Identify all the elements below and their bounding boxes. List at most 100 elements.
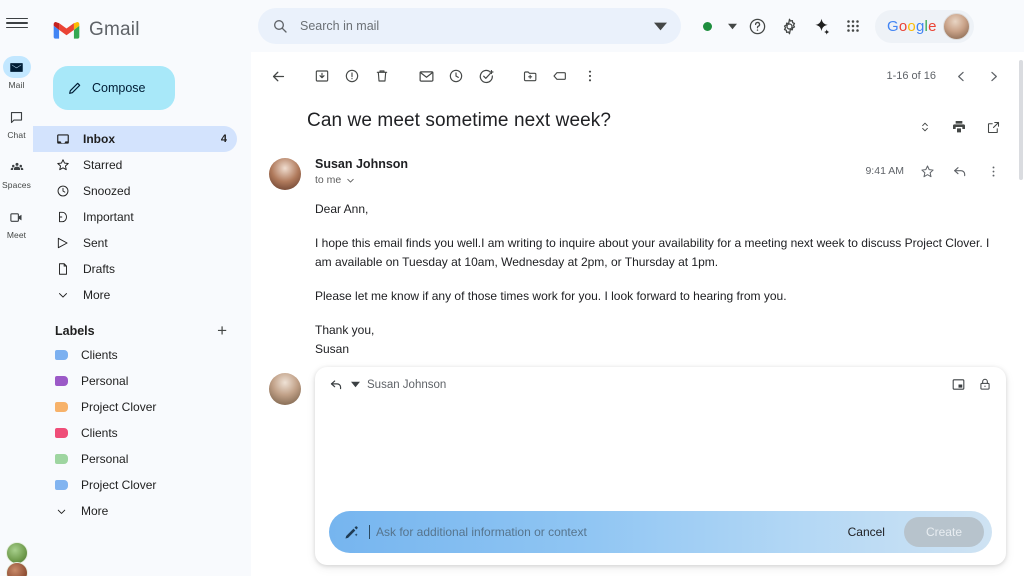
recipient-line[interactable]: to me [315, 174, 408, 186]
sidebar-item-label: More [83, 288, 111, 302]
rail-item-label: Mail [8, 80, 25, 90]
message-paragraph: Please let me know if any of those times… [315, 289, 787, 303]
reply-body-area[interactable] [329, 392, 992, 511]
label-item[interactable]: Clients [33, 420, 251, 446]
sidebar-item-important[interactable]: Important [33, 204, 237, 230]
google-account-chip[interactable]: Google [875, 9, 974, 43]
label-item[interactable]: Personal [33, 446, 251, 472]
sidebar-item-snoozed[interactable]: Snoozed [33, 178, 237, 204]
move-to-folder-icon[interactable] [515, 61, 545, 91]
sidebar: Gmail Compose Inbox 4 Starred Snoozed Im… [33, 0, 251, 576]
brand-name: Gmail [89, 19, 140, 40]
add-to-tasks-icon[interactable] [471, 61, 501, 91]
sidebar-item-starred[interactable]: Starred [33, 152, 237, 178]
reply-compose: Susan Johnson Ask for additional informa… [251, 359, 1024, 565]
lock-icon[interactable] [978, 377, 992, 392]
chevron-down-icon [347, 178, 354, 183]
plus-icon[interactable]: + [217, 322, 227, 339]
help-circle-icon[interactable] [741, 10, 773, 42]
subject-row: Can we meet sometime next week? [251, 96, 1024, 142]
rail-item-meet[interactable]: Meet [0, 206, 33, 240]
reply-icon[interactable] [945, 156, 975, 186]
message-text: Dear Ann, I hope this email finds you we… [315, 200, 1008, 359]
sidebar-item-drafts[interactable]: Drafts [33, 256, 237, 282]
avatar[interactable] [942, 12, 970, 40]
expand-collapse-icon[interactable] [910, 112, 940, 142]
rail-avatar-primary[interactable] [6, 542, 28, 564]
status-indicator[interactable] [691, 10, 723, 42]
snooze-clock-icon[interactable] [441, 61, 471, 91]
rail-item-label: Meet [6, 230, 27, 240]
pencil-icon [69, 82, 81, 94]
label-item[interactable]: Project Clover [33, 472, 251, 498]
sidebar-item-label: Starred [83, 158, 123, 172]
sidebar-item-sent[interactable]: Sent [33, 230, 237, 256]
magic-pen-icon[interactable] [343, 524, 360, 541]
chevron-right-icon[interactable] [978, 61, 1008, 91]
help-me-write-bar: Ask for additional information or contex… [329, 511, 992, 553]
more-vertical-icon[interactable] [978, 156, 1008, 186]
mark-unread-icon[interactable] [411, 61, 441, 91]
status-caret-icon[interactable] [723, 10, 741, 42]
sidebar-item-inbox[interactable]: Inbox 4 [33, 126, 237, 152]
reply-icon[interactable] [329, 377, 344, 392]
print-icon[interactable] [944, 112, 974, 142]
search-input[interactable]: Search in mail [258, 8, 681, 44]
sender-name: Susan Johnson [315, 157, 409, 171]
trash-icon[interactable] [367, 61, 397, 91]
label-name: Personal [81, 374, 129, 388]
message: Susan Johnson to me 9:41 AM Dear Ann, I … [251, 142, 1024, 359]
rail-item-label: Spaces [2, 180, 31, 190]
label-color-chip [55, 376, 68, 386]
gmail-app: Mail Chat Spaces Meet Gmail Compose Inbo… [0, 0, 1024, 576]
draft-icon [55, 262, 70, 277]
search-icon [274, 20, 287, 33]
label-tag-icon[interactable] [545, 61, 575, 91]
rail-item-spaces[interactable]: Spaces [0, 156, 33, 190]
report-spam-icon[interactable] [337, 61, 367, 91]
create-button[interactable]: Create [903, 517, 984, 547]
label-item[interactable]: Clients [33, 342, 251, 368]
gmail-brand[interactable]: Gmail [33, 8, 251, 52]
scrollbar[interactable] [1019, 60, 1023, 180]
label-name: Project Clover [81, 400, 157, 414]
message-paragraph: I hope this email finds you well.I am wr… [315, 236, 990, 269]
hamburger-menu-icon[interactable] [5, 12, 28, 34]
labels-header: Labels + [33, 308, 251, 342]
labels-more-button[interactable]: More [33, 498, 251, 524]
rail-avatar-secondary[interactable] [6, 562, 28, 576]
label-item[interactable]: Project Clover [33, 394, 251, 420]
chevron-left-icon[interactable] [946, 61, 976, 91]
cancel-button[interactable]: Cancel [838, 525, 895, 539]
sidebar-item-label: Important [83, 210, 134, 224]
open-in-new-window-icon[interactable] [978, 112, 1008, 142]
archive-icon[interactable] [307, 61, 337, 91]
rail-item-mail[interactable]: Mail [0, 56, 33, 90]
sidebar-item-more[interactable]: More [33, 282, 237, 308]
label-color-chip [55, 480, 68, 490]
apps-grid-icon[interactable] [837, 10, 869, 42]
gear-icon[interactable] [773, 10, 805, 42]
message-signature: Susan [315, 342, 350, 356]
left-icon-rail: Mail Chat Spaces Meet [0, 0, 33, 576]
compose-button[interactable]: Compose [53, 66, 175, 110]
sender-avatar[interactable] [269, 158, 301, 190]
main-pane: 1-16 of 16 Can we meet sometime next wee… [251, 4, 1024, 576]
avatar[interactable] [269, 373, 301, 405]
message-header: Susan Johnson to me 9:41 AM [315, 156, 1008, 186]
reply-recipient[interactable]: Susan Johnson [367, 379, 446, 391]
back-arrow-icon[interactable] [263, 61, 293, 91]
rail-item-chat[interactable]: Chat [0, 106, 33, 140]
thread-actions [910, 108, 1008, 142]
sparkle-icon[interactable] [805, 10, 837, 42]
label-name: Clients [81, 348, 118, 362]
pop-out-icon[interactable] [951, 377, 966, 392]
top-bar: Search in mail Google [251, 0, 1024, 52]
caret-down-icon[interactable] [351, 380, 360, 389]
ai-prompt-input[interactable]: Ask for additional information or contex… [369, 525, 829, 539]
rail-item-label: Chat [7, 130, 26, 140]
search-options-icon[interactable] [654, 20, 667, 33]
star-icon[interactable] [912, 156, 942, 186]
more-vertical-icon[interactable] [575, 61, 605, 91]
label-item[interactable]: Personal [33, 368, 251, 394]
